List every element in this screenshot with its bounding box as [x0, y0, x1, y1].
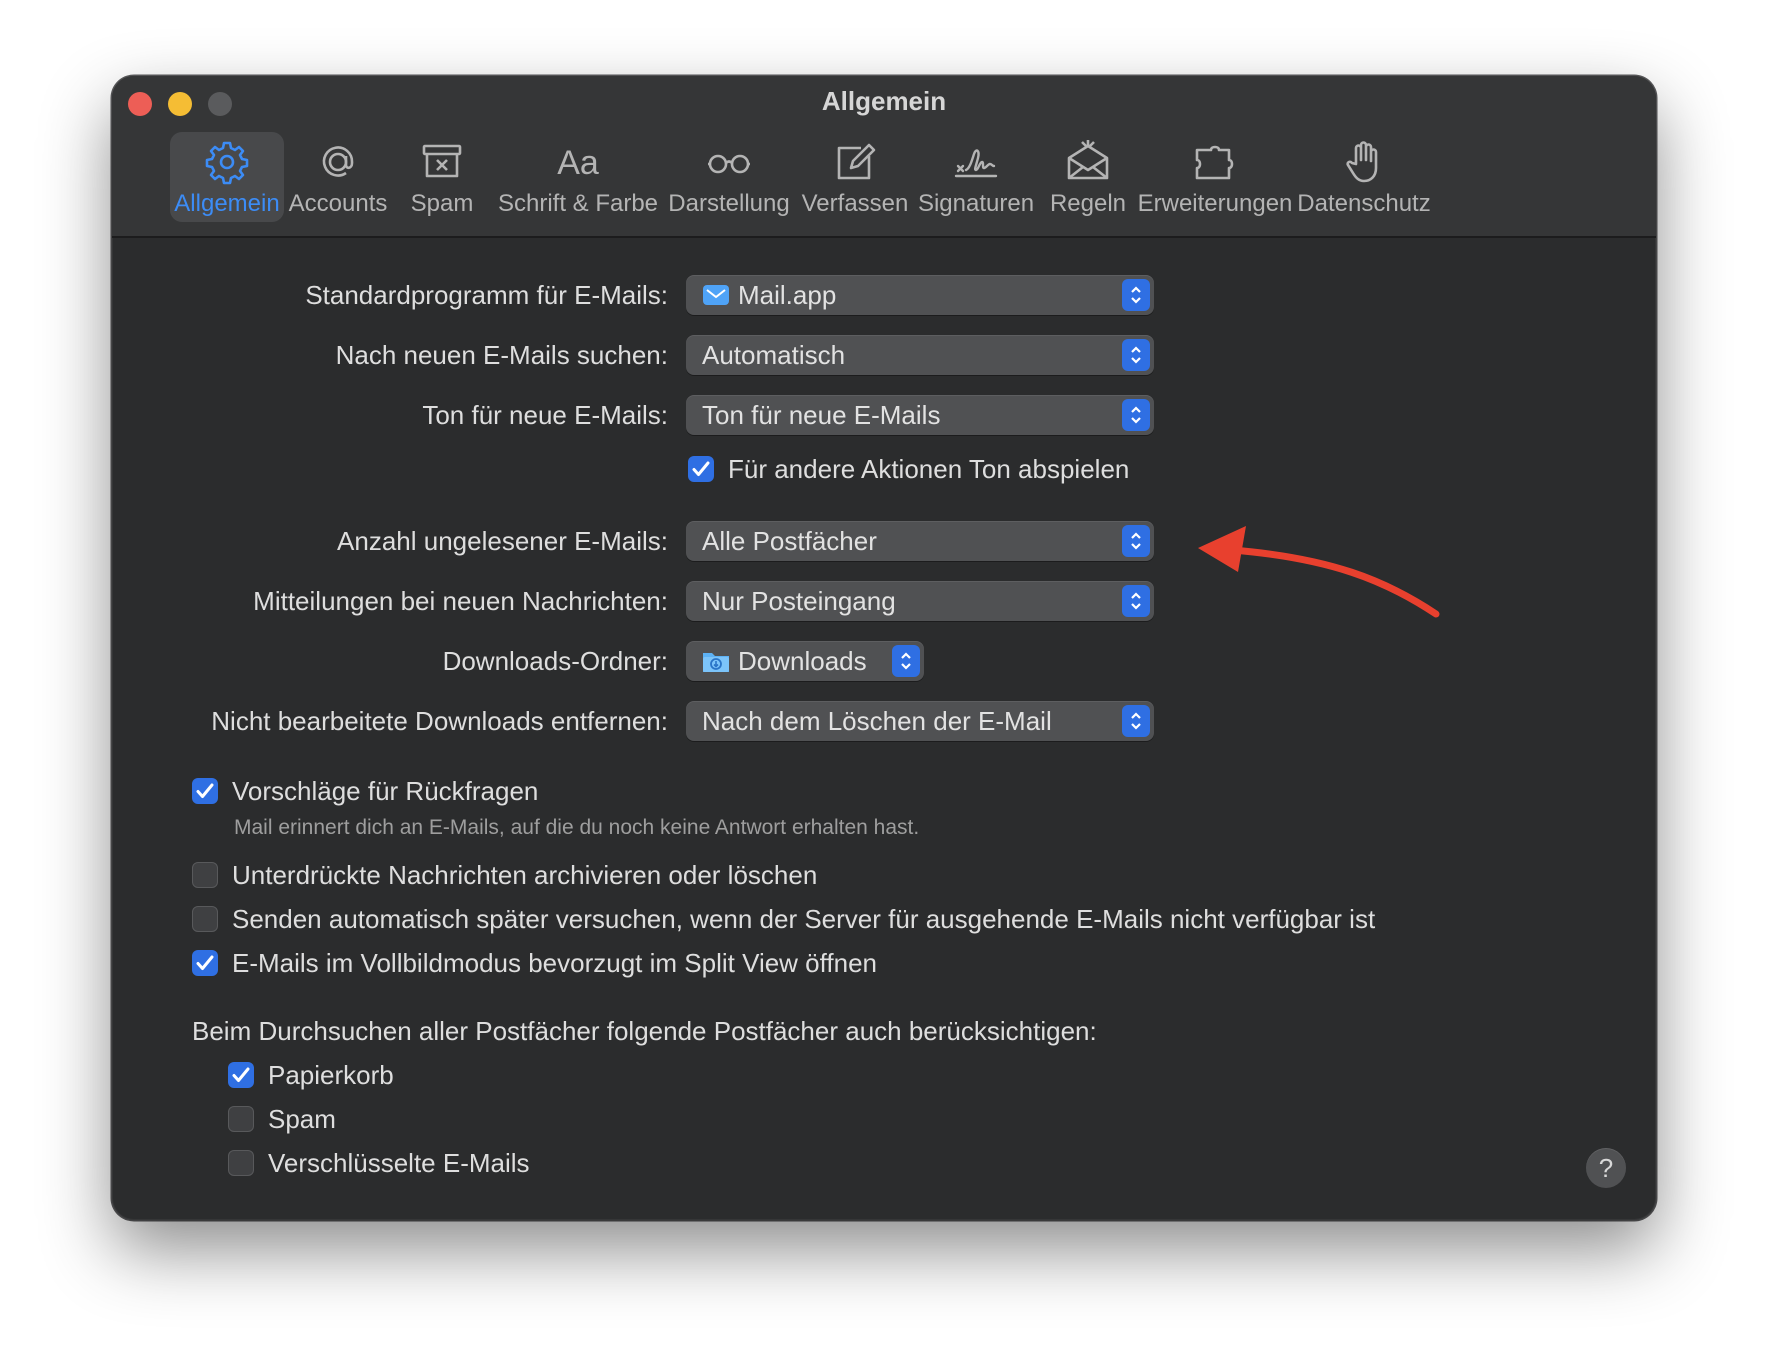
popup-stepper	[892, 645, 920, 677]
junk-box-icon	[422, 144, 462, 178]
tab-signaturen[interactable]: Signaturen	[916, 132, 1036, 222]
general-settings-pane: Standardprogramm für E-Mails: Mail.app N…	[112, 238, 1656, 1220]
tab-schrift-farbe[interactable]: Aa Schrift & Farbe	[496, 132, 660, 222]
remove-downloads-label: Nicht bearbeitete Downloads entfernen:	[211, 706, 668, 736]
mail-app-icon	[703, 285, 729, 306]
default-mail-popup[interactable]: Mail.app	[686, 275, 1154, 315]
tab-label: Datenschutz	[1297, 190, 1431, 217]
retry-send-label: Senden automatisch später versuchen, wen…	[232, 904, 1376, 934]
checkmark-icon	[692, 461, 710, 476]
search-section-heading: Beim Durchsuchen aller Postfächer folgen…	[192, 1016, 1097, 1046]
default-mail-value: Mail.app	[738, 280, 837, 310]
tab-label: Spam	[410, 190, 474, 217]
search-junk-label: Spam	[268, 1104, 336, 1134]
popup-stepper	[1122, 525, 1150, 557]
unread-count-value: Alle Postfächer	[702, 526, 877, 556]
preferences-toolbar: Allgemein Accounts Spam Aa Schrift & Far…	[112, 76, 1656, 236]
muted-archive-checkbox[interactable]	[192, 862, 218, 888]
default-mail-label: Standardprogramm für E-Mails:	[305, 280, 668, 310]
compose-icon	[837, 143, 876, 180]
downloads-folder-label: Downloads-Ordner:	[442, 646, 668, 676]
tab-allgemein[interactable]: Allgemein	[170, 132, 284, 222]
follow-up-checkbox[interactable]	[192, 778, 218, 804]
signature-icon	[954, 149, 998, 178]
notifications-value: Nur Posteingang	[702, 586, 896, 616]
remove-downloads-value: Nach dem Löschen der E-Mail	[702, 706, 1052, 736]
chevron-up-down-icon	[1131, 532, 1141, 550]
other-sounds-label: Für andere Aktionen Ton abspielen	[728, 454, 1130, 484]
checkmark-icon	[232, 1067, 250, 1082]
glasses-icon	[708, 154, 750, 174]
help-button[interactable]: ?	[1586, 1148, 1626, 1188]
unread-count-popup[interactable]: Alle Postfächer	[686, 521, 1154, 561]
notifications-label: Mitteilungen bei neuen Nachrichten:	[253, 586, 668, 616]
search-trash-checkbox[interactable]	[228, 1062, 254, 1088]
font-icon: Aa	[557, 144, 599, 182]
downloads-folder-popup[interactable]: Downloads	[686, 641, 924, 681]
gear-icon	[205, 141, 249, 185]
follow-up-hint: Mail erinnert dich an E-Mails, auf die d…	[234, 816, 920, 839]
tab-accounts[interactable]: Accounts	[288, 132, 388, 222]
retry-send-checkbox[interactable]	[192, 906, 218, 932]
split-view-checkbox[interactable]	[192, 950, 218, 976]
tab-label: Regeln	[1049, 190, 1127, 217]
search-encrypted-label: Verschlüsselte E-Mails	[268, 1148, 530, 1178]
chevron-up-down-icon	[1131, 712, 1141, 730]
search-junk-checkbox[interactable]	[228, 1106, 254, 1132]
tab-label: Erweiterungen	[1137, 190, 1293, 217]
annotation-arrow-icon	[1198, 526, 1440, 618]
muted-archive-label: Unterdrückte Nachrichten archivieren ode…	[232, 860, 818, 890]
svg-text:Aa: Aa	[557, 144, 599, 182]
tab-verfassen[interactable]: Verfassen	[798, 132, 912, 222]
check-mail-value: Automatisch	[702, 340, 846, 370]
popup-stepper	[1122, 399, 1150, 431]
chevron-up-down-icon	[1131, 346, 1141, 364]
tab-label: Verfassen	[801, 190, 909, 217]
rules-envelope-icon	[1067, 140, 1109, 180]
unread-count-label: Anzahl ungelesener E-Mails:	[337, 526, 668, 556]
checkmark-icon	[196, 783, 214, 798]
new-mail-sound-popup[interactable]: Ton für neue E-Mails	[686, 395, 1154, 435]
popup-stepper	[1122, 585, 1150, 617]
follow-up-label: Vorschläge für Rückfragen	[232, 776, 539, 806]
checkmark-icon	[196, 955, 214, 970]
tab-label: Accounts	[288, 190, 388, 217]
popup-stepper	[1122, 339, 1150, 371]
split-view-label: E-Mails im Vollbildmodus bevorzugt im Sp…	[232, 948, 877, 978]
at-icon	[322, 146, 354, 177]
tab-datenschutz[interactable]: Datenschutz	[1294, 132, 1434, 222]
puzzle-icon	[1195, 145, 1234, 180]
tab-label: Allgemein	[174, 190, 280, 217]
chevron-up-down-icon	[1131, 592, 1141, 610]
tab-label: Signaturen	[917, 190, 1035, 217]
popup-stepper	[1122, 705, 1150, 737]
search-encrypted-checkbox[interactable]	[228, 1150, 254, 1176]
tab-erweiterungen[interactable]: Erweiterungen	[1137, 132, 1293, 222]
downloads-folder-value: Downloads	[738, 646, 867, 676]
new-mail-sound-label: Ton für neue E-Mails:	[422, 400, 668, 430]
downloads-folder-icon	[703, 653, 729, 673]
preferences-window: Allgemein Allgemein Accounts Spam Aa Sch…	[112, 76, 1656, 1220]
tab-label: Darstellung	[668, 190, 790, 217]
other-sounds-checkbox[interactable]	[688, 456, 714, 482]
chevron-up-down-icon	[1131, 286, 1141, 304]
new-mail-sound-value: Ton für neue E-Mails	[702, 400, 941, 430]
tab-spam[interactable]: Spam	[394, 132, 490, 222]
search-trash-label: Papierkorb	[268, 1060, 394, 1090]
popup-stepper	[1122, 279, 1150, 311]
notifications-popup[interactable]: Nur Posteingang	[686, 581, 1154, 621]
remove-downloads-popup[interactable]: Nach dem Löschen der E-Mail	[686, 701, 1154, 741]
chevron-up-down-icon	[1131, 406, 1141, 424]
chevron-up-down-icon	[901, 652, 911, 670]
tab-label: Schrift & Farbe	[497, 190, 659, 217]
check-mail-label: Nach neuen E-Mails suchen:	[335, 340, 668, 370]
check-mail-popup[interactable]: Automatisch	[686, 335, 1154, 375]
tab-regeln[interactable]: Regeln	[1040, 132, 1136, 222]
hand-icon	[1346, 141, 1378, 183]
tab-darstellung[interactable]: Darstellung	[664, 132, 794, 222]
